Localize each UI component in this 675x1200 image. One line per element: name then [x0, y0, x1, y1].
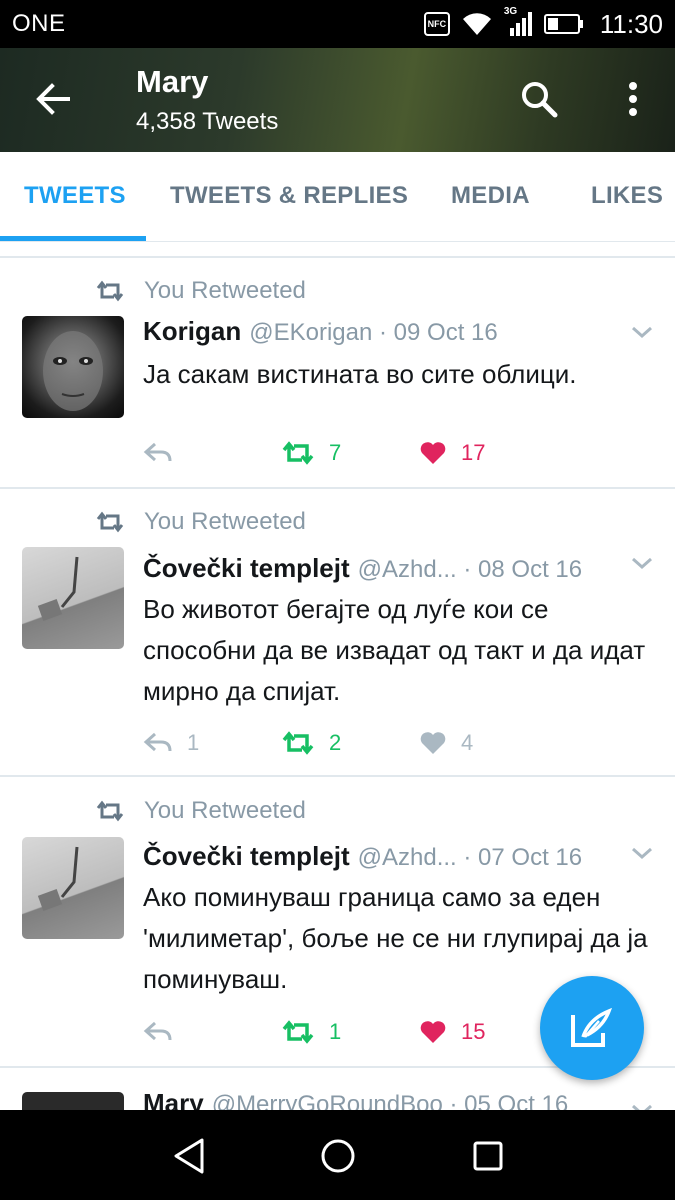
author-name[interactable]: Mary — [143, 1088, 204, 1110]
arrow-left-icon[interactable] — [30, 76, 76, 122]
carrier-name: ONE — [12, 10, 66, 37]
retweet-icon — [282, 441, 314, 465]
author-handle: @EKorigan — [249, 319, 373, 346]
tweet-meta: Mary @MerryGoRoundBoo · 05 Oct 16 — [143, 1088, 568, 1110]
like-button[interactable]: 15 — [419, 1017, 485, 1047]
profile-name: Mary — [136, 64, 209, 99]
chevron-down-icon[interactable] — [630, 551, 654, 575]
home-nav-icon[interactable] — [318, 1136, 358, 1176]
tweet-actions: 7 17 — [143, 438, 543, 468]
like-count: 15 — [461, 1019, 486, 1044]
like-button[interactable]: 17 — [419, 438, 485, 468]
like-count: 17 — [461, 440, 486, 465]
retweet-context: You Retweeted — [94, 507, 306, 537]
active-tab-indicator — [0, 236, 146, 241]
retweet-icon — [96, 800, 124, 822]
chevron-down-icon[interactable] — [630, 1098, 654, 1110]
author-handle: @Azhd... — [357, 844, 457, 871]
tab-tweets-replies[interactable]: TWEETS & REPLIES — [170, 182, 408, 210]
navigation-bar — [0, 1110, 675, 1200]
avatar[interactable] — [22, 1092, 124, 1110]
tweet-date: · 09 Oct 16 — [379, 319, 498, 346]
author-name[interactable]: Čovečki templejt — [143, 553, 350, 583]
retweet-count: 1 — [329, 1019, 342, 1044]
profile-tabs: TWEETS TWEETS & REPLIES MEDIA LIKES — [0, 152, 675, 242]
retweet-label: You Retweeted — [144, 277, 306, 304]
tweet-count: 4,358 Tweets — [136, 108, 279, 135]
signal-icon: 3G — [504, 6, 534, 38]
reply-button[interactable] — [143, 438, 187, 468]
tweet-text: Ја сакам вистината во сите облици. — [143, 359, 577, 389]
battery-icon — [543, 14, 583, 34]
tweet-actions: 1 2 4 — [143, 728, 543, 758]
retweet-count: 7 — [329, 440, 342, 465]
author-handle: @Azhd... — [357, 556, 457, 583]
chevron-down-icon[interactable] — [630, 320, 654, 344]
tweet-meta: Čovečki templejt @Azhd... · 07 Oct 16 — [143, 841, 582, 872]
avatar[interactable] — [22, 316, 124, 418]
heart-filled-icon — [420, 442, 446, 464]
retweet-icon — [96, 511, 124, 533]
clock: 11:30 — [599, 8, 663, 39]
reply-icon — [143, 1021, 172, 1041]
more-vert-icon[interactable] — [618, 78, 648, 120]
status-bar: ONE NFC 3G 11:30 — [0, 0, 675, 48]
tweet-actions: 1 15 — [143, 1017, 543, 1047]
retweet-icon — [96, 280, 124, 302]
author-name[interactable]: Korigan — [143, 316, 241, 346]
like-button[interactable]: 4 — [419, 728, 473, 758]
tweet-meta: Korigan @EKorigan · 09 Oct 16 — [143, 316, 498, 347]
author-name[interactable]: Čovečki templejt — [143, 841, 350, 871]
reply-icon — [143, 732, 172, 752]
tweet-text: Во животот бегајте од луѓе кои се способ… — [143, 594, 646, 706]
recents-nav-icon[interactable] — [468, 1136, 508, 1176]
search-icon[interactable] — [518, 78, 560, 120]
retweet-button[interactable]: 1 — [281, 1017, 341, 1047]
nfc-icon: NFC — [423, 12, 450, 36]
back-nav-icon[interactable] — [170, 1136, 210, 1176]
heart-filled-icon — [420, 1021, 446, 1043]
retweet-count: 2 — [329, 730, 342, 755]
wifi-icon — [462, 13, 491, 35]
author-handle: @MerryGoRoundBoo — [211, 1091, 443, 1110]
tab-likes[interactable]: LIKES — [591, 182, 663, 210]
retweet-button[interactable]: 2 — [281, 728, 341, 758]
profile-header: Mary 4,358 Tweets — [0, 48, 675, 152]
retweet-label: You Retweeted — [144, 508, 306, 535]
tweet-item[interactable]: You Retweeted Korigan @EKorigan · 09 Oct … — [0, 258, 675, 488]
tweet-item[interactable]: You Retweeted Čovečki templejt @Azhd... ·… — [0, 489, 675, 776]
compose-icon — [571, 1007, 613, 1047]
retweet-context: You Retweeted — [94, 276, 306, 306]
avatar[interactable] — [22, 547, 124, 649]
retweet-button[interactable]: 7 — [281, 438, 341, 468]
compose-tweet-button[interactable] — [540, 976, 644, 1080]
like-count: 4 — [461, 730, 474, 755]
reply-count: 1 — [187, 730, 200, 755]
tweet-meta: Čovečki templejt @Azhd... · 08 Oct 16 — [143, 553, 582, 584]
tweet-date: · 08 Oct 16 — [463, 556, 583, 583]
tab-media[interactable]: MEDIA — [451, 182, 530, 210]
reply-button[interactable]: 1 — [143, 728, 199, 758]
tweet-date: · 05 Oct 16 — [449, 1091, 569, 1110]
reply-icon — [143, 442, 172, 462]
chevron-down-icon[interactable] — [630, 841, 654, 865]
retweet-context: You Retweeted — [94, 796, 306, 826]
tab-tweets[interactable]: TWEETS — [24, 182, 126, 210]
tweet-date: · 07 Oct 16 — [463, 844, 583, 871]
avatar[interactable] — [22, 837, 124, 939]
status-icons: NFC 3G 11:30 — [423, 6, 663, 40]
retweet-icon — [282, 731, 314, 755]
heart-icon — [420, 732, 446, 754]
retweet-icon — [282, 1020, 314, 1044]
retweet-label: You Retweeted — [144, 797, 306, 824]
reply-button[interactable] — [143, 1017, 187, 1047]
